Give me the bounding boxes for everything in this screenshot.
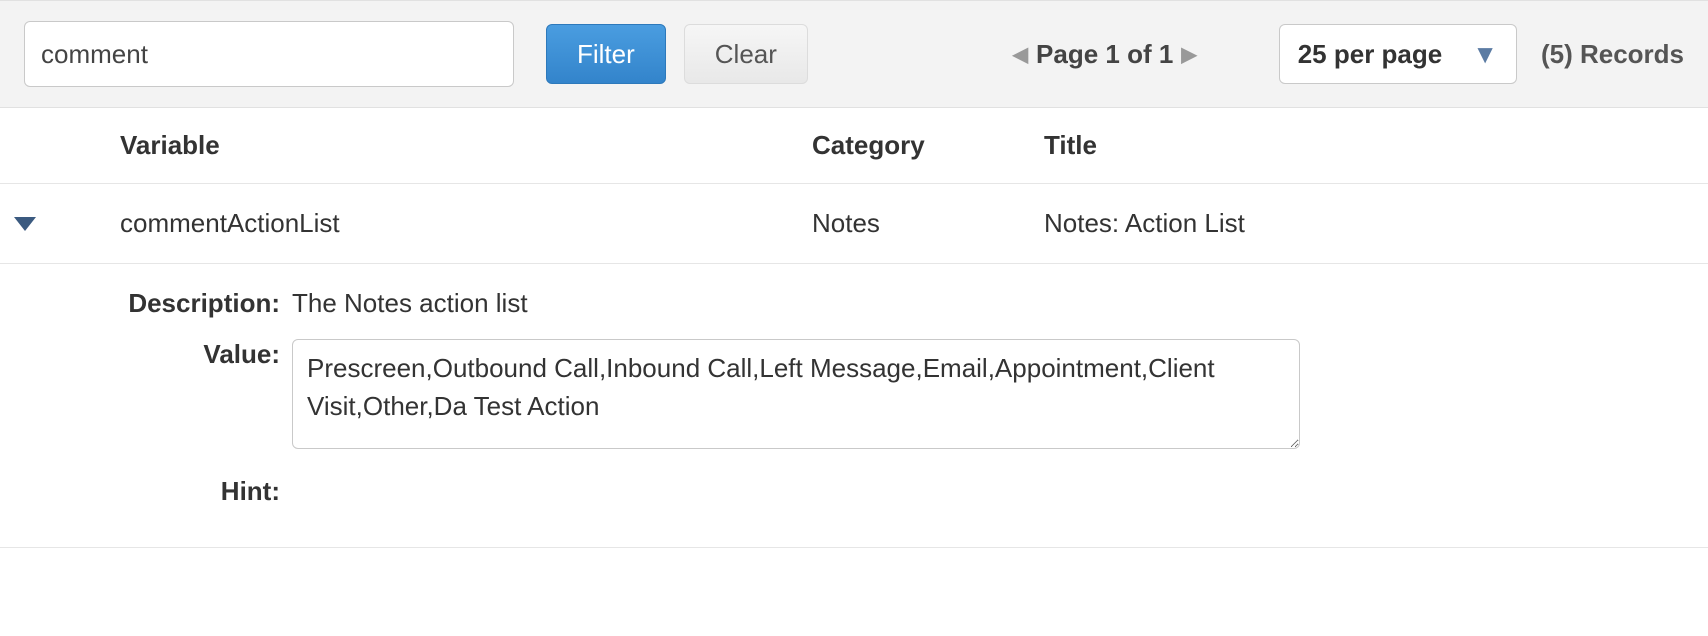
column-header-variable[interactable]: Variable [120,130,812,161]
per-page-label: 25 per page [1298,39,1443,70]
table-row: commentActionList Notes Notes: Action Li… [0,184,1708,264]
detail-panel: Description: The Notes action list Value… [0,264,1708,548]
value-label: Value: [100,333,292,370]
pager-text: Page 1 of 1 [1036,39,1173,70]
chevron-down-icon [14,217,36,231]
expand-toggle[interactable] [0,208,120,239]
cell-category: Notes [812,208,1044,239]
table-header: Variable Category Title [0,108,1708,184]
search-input[interactable] [24,21,514,87]
pager: ◀ Page 1 of 1 ▶ [1005,39,1205,70]
description-label: Description: [100,282,292,319]
column-header-category[interactable]: Category [812,130,1044,161]
page-next-icon[interactable]: ▶ [1173,42,1204,67]
cell-variable: commentActionList [120,208,812,239]
column-header-title[interactable]: Title [1044,130,1708,161]
hint-label: Hint: [100,470,292,507]
page-root: Filter Clear ◀ Page 1 of 1 ▶ 25 per page… [0,0,1708,548]
per-page-select[interactable]: 25 per page ▼ [1279,24,1517,84]
hint-value [292,470,1648,476]
description-value: The Notes action list [292,282,1648,319]
filter-toolbar: Filter Clear ◀ Page 1 of 1 ▶ 25 per page… [0,0,1708,108]
chevron-down-icon: ▼ [1472,39,1498,70]
value-textarea[interactable] [292,339,1300,449]
clear-button[interactable]: Clear [684,24,808,84]
filter-button[interactable]: Filter [546,24,666,84]
records-count: (5) Records [1541,39,1684,70]
cell-title: Notes: Action List [1044,208,1708,239]
page-prev-icon[interactable]: ◀ [1005,42,1036,67]
